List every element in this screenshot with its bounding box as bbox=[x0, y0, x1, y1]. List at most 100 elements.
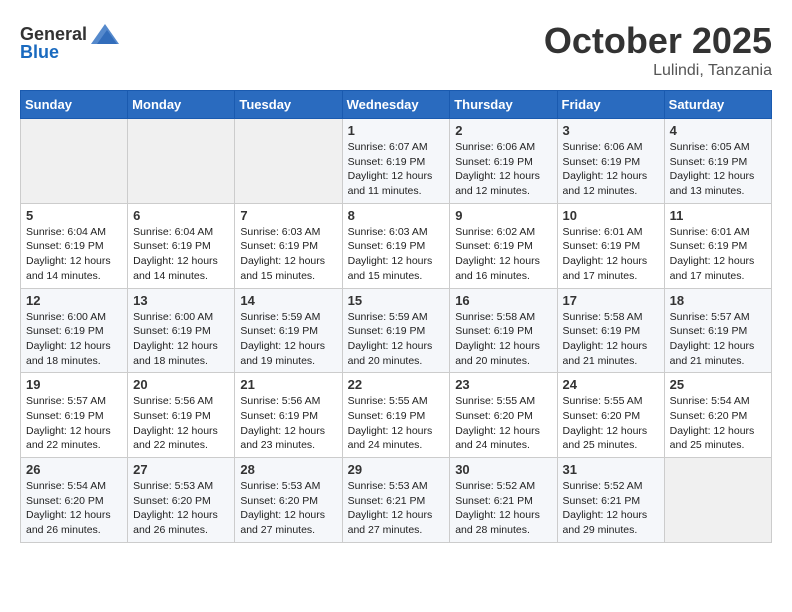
day-info: Sunrise: 6:04 AM Sunset: 6:19 PM Dayligh… bbox=[133, 225, 229, 284]
day-number: 11 bbox=[670, 208, 766, 223]
day-info: Sunrise: 5:57 AM Sunset: 6:19 PM Dayligh… bbox=[26, 394, 122, 453]
day-number: 25 bbox=[670, 377, 766, 392]
day-number: 28 bbox=[240, 462, 336, 477]
day-info: Sunrise: 5:52 AM Sunset: 6:21 PM Dayligh… bbox=[455, 479, 551, 538]
day-info: Sunrise: 6:07 AM Sunset: 6:19 PM Dayligh… bbox=[348, 140, 445, 199]
table-row: 12 Sunrise: 6:00 AM Sunset: 6:19 PM Dayli… bbox=[21, 288, 128, 373]
header-sunday: Sunday bbox=[21, 91, 128, 119]
day-info: Sunrise: 6:06 AM Sunset: 6:19 PM Dayligh… bbox=[455, 140, 551, 199]
weekday-header-row: Sunday Monday Tuesday Wednesday Thursday… bbox=[21, 91, 772, 119]
day-info: Sunrise: 6:03 AM Sunset: 6:19 PM Dayligh… bbox=[348, 225, 445, 284]
header-tuesday: Tuesday bbox=[235, 91, 342, 119]
day-info: Sunrise: 5:58 AM Sunset: 6:19 PM Dayligh… bbox=[563, 310, 659, 369]
table-row: 30 Sunrise: 5:52 AM Sunset: 6:21 PM Dayli… bbox=[450, 458, 557, 543]
day-info: Sunrise: 6:04 AM Sunset: 6:19 PM Dayligh… bbox=[26, 225, 122, 284]
day-info: Sunrise: 6:05 AM Sunset: 6:19 PM Dayligh… bbox=[670, 140, 766, 199]
page-header: General Blue October 2025 Lulindi, Tanza… bbox=[20, 20, 772, 80]
day-number: 2 bbox=[455, 123, 551, 138]
table-row: 29 Sunrise: 5:53 AM Sunset: 6:21 PM Dayli… bbox=[342, 458, 450, 543]
day-info: Sunrise: 6:00 AM Sunset: 6:19 PM Dayligh… bbox=[133, 310, 229, 369]
month-title: October 2025 bbox=[544, 20, 772, 62]
location-subtitle: Lulindi, Tanzania bbox=[544, 62, 772, 80]
header-monday: Monday bbox=[128, 91, 235, 119]
table-row: 20Sunrise: 5:56 AM Sunset: 6:19 PM Dayli… bbox=[128, 373, 235, 458]
day-number: 14 bbox=[240, 293, 336, 308]
table-row: 24Sunrise: 5:55 AM Sunset: 6:20 PM Dayli… bbox=[557, 373, 664, 458]
table-row: 13 Sunrise: 6:00 AM Sunset: 6:19 PM Dayli… bbox=[128, 288, 235, 373]
header-thursday: Thursday bbox=[450, 91, 557, 119]
day-number: 15 bbox=[348, 293, 445, 308]
day-number: 27 bbox=[133, 462, 229, 477]
day-number: 30 bbox=[455, 462, 551, 477]
logo: General Blue bbox=[20, 20, 121, 63]
table-row: 9Sunrise: 6:02 AM Sunset: 6:19 PM Daylig… bbox=[450, 203, 557, 288]
table-row: 6Sunrise: 6:04 AM Sunset: 6:19 PM Daylig… bbox=[128, 203, 235, 288]
calendar-week-row: 5 Sunrise: 6:04 AM Sunset: 6:19 PM Daylig… bbox=[21, 203, 772, 288]
table-row bbox=[128, 119, 235, 204]
day-number: 23 bbox=[455, 377, 551, 392]
logo-text-blue: Blue bbox=[20, 42, 59, 63]
day-number: 12 bbox=[26, 293, 122, 308]
day-info: Sunrise: 5:52 AM Sunset: 6:21 PM Dayligh… bbox=[563, 479, 659, 538]
day-info: Sunrise: 5:58 AM Sunset: 6:19 PM Dayligh… bbox=[455, 310, 551, 369]
day-info: Sunrise: 6:06 AM Sunset: 6:19 PM Dayligh… bbox=[563, 140, 659, 199]
table-row: 28 Sunrise: 5:53 AM Sunset: 6:20 PM Dayli… bbox=[235, 458, 342, 543]
table-row: 14 Sunrise: 5:59 AM Sunset: 6:19 PM Dayli… bbox=[235, 288, 342, 373]
day-info: Sunrise: 6:00 AM Sunset: 6:19 PM Dayligh… bbox=[26, 310, 122, 369]
table-row: 2 Sunrise: 6:06 AM Sunset: 6:19 PM Daylig… bbox=[450, 119, 557, 204]
day-number: 17 bbox=[563, 293, 659, 308]
day-info: Sunrise: 5:53 AM Sunset: 6:21 PM Dayligh… bbox=[348, 479, 445, 538]
day-info: Sunrise: 5:54 AM Sunset: 6:20 PM Dayligh… bbox=[26, 479, 122, 538]
day-number: 31 bbox=[563, 462, 659, 477]
day-number: 16 bbox=[455, 293, 551, 308]
table-row: 23 Sunrise: 5:55 AM Sunset: 6:20 PM Dayli… bbox=[450, 373, 557, 458]
day-info: Sunrise: 5:56 AM Sunset: 6:19 PM Dayligh… bbox=[240, 394, 336, 453]
table-row: 31 Sunrise: 5:52 AM Sunset: 6:21 PM Dayli… bbox=[557, 458, 664, 543]
table-row: 11 Sunrise: 6:01 AM Sunset: 6:19 PM Dayli… bbox=[664, 203, 771, 288]
calendar-week-row: 12 Sunrise: 6:00 AM Sunset: 6:19 PM Dayli… bbox=[21, 288, 772, 373]
day-number: 4 bbox=[670, 123, 766, 138]
logo-icon bbox=[89, 20, 121, 48]
table-row: 1 Sunrise: 6:07 AM Sunset: 6:19 PM Daylig… bbox=[342, 119, 450, 204]
day-number: 8 bbox=[348, 208, 445, 223]
table-row: 10 Sunrise: 6:01 AM Sunset: 6:19 PM Dayli… bbox=[557, 203, 664, 288]
table-row: 16 Sunrise: 5:58 AM Sunset: 6:19 PM Dayli… bbox=[450, 288, 557, 373]
day-number: 19 bbox=[26, 377, 122, 392]
day-info: Sunrise: 5:53 AM Sunset: 6:20 PM Dayligh… bbox=[133, 479, 229, 538]
table-row: 8 Sunrise: 6:03 AM Sunset: 6:19 PM Daylig… bbox=[342, 203, 450, 288]
title-block: October 2025 Lulindi, Tanzania bbox=[544, 20, 772, 80]
day-number: 13 bbox=[133, 293, 229, 308]
day-number: 18 bbox=[670, 293, 766, 308]
table-row bbox=[235, 119, 342, 204]
calendar-week-row: 1 Sunrise: 6:07 AM Sunset: 6:19 PM Daylig… bbox=[21, 119, 772, 204]
day-info: Sunrise: 6:01 AM Sunset: 6:19 PM Dayligh… bbox=[563, 225, 659, 284]
calendar-week-row: 19 Sunrise: 5:57 AM Sunset: 6:19 PM Dayli… bbox=[21, 373, 772, 458]
day-number: 1 bbox=[348, 123, 445, 138]
table-row: 4 Sunrise: 6:05 AM Sunset: 6:19 PM Daylig… bbox=[664, 119, 771, 204]
header-friday: Friday bbox=[557, 91, 664, 119]
day-number: 10 bbox=[563, 208, 659, 223]
table-row bbox=[21, 119, 128, 204]
day-info: Sunrise: 6:01 AM Sunset: 6:19 PM Dayligh… bbox=[670, 225, 766, 284]
day-info: Sunrise: 5:53 AM Sunset: 6:20 PM Dayligh… bbox=[240, 479, 336, 538]
table-row: 15 Sunrise: 5:59 AM Sunset: 6:19 PM Dayli… bbox=[342, 288, 450, 373]
day-number: 29 bbox=[348, 462, 445, 477]
day-number: 22 bbox=[348, 377, 445, 392]
table-row: 22Sunrise: 5:55 AM Sunset: 6:19 PM Dayli… bbox=[342, 373, 450, 458]
day-number: 7 bbox=[240, 208, 336, 223]
day-info: Sunrise: 5:59 AM Sunset: 6:19 PM Dayligh… bbox=[348, 310, 445, 369]
calendar-table: Sunday Monday Tuesday Wednesday Thursday… bbox=[20, 90, 772, 543]
day-number: 21 bbox=[240, 377, 336, 392]
day-number: 26 bbox=[26, 462, 122, 477]
table-row: 19 Sunrise: 5:57 AM Sunset: 6:19 PM Dayli… bbox=[21, 373, 128, 458]
day-number: 20 bbox=[133, 377, 229, 392]
table-row: 3 Sunrise: 6:06 AM Sunset: 6:19 PM Daylig… bbox=[557, 119, 664, 204]
day-info: Sunrise: 5:57 AM Sunset: 6:19 PM Dayligh… bbox=[670, 310, 766, 369]
day-number: 5 bbox=[26, 208, 122, 223]
day-info: Sunrise: 5:55 AM Sunset: 6:20 PM Dayligh… bbox=[455, 394, 551, 453]
header-wednesday: Wednesday bbox=[342, 91, 450, 119]
table-row: 21 Sunrise: 5:56 AM Sunset: 6:19 PM Dayli… bbox=[235, 373, 342, 458]
day-info: Sunrise: 5:59 AM Sunset: 6:19 PM Dayligh… bbox=[240, 310, 336, 369]
table-row: 26 Sunrise: 5:54 AM Sunset: 6:20 PM Dayli… bbox=[21, 458, 128, 543]
day-number: 3 bbox=[563, 123, 659, 138]
